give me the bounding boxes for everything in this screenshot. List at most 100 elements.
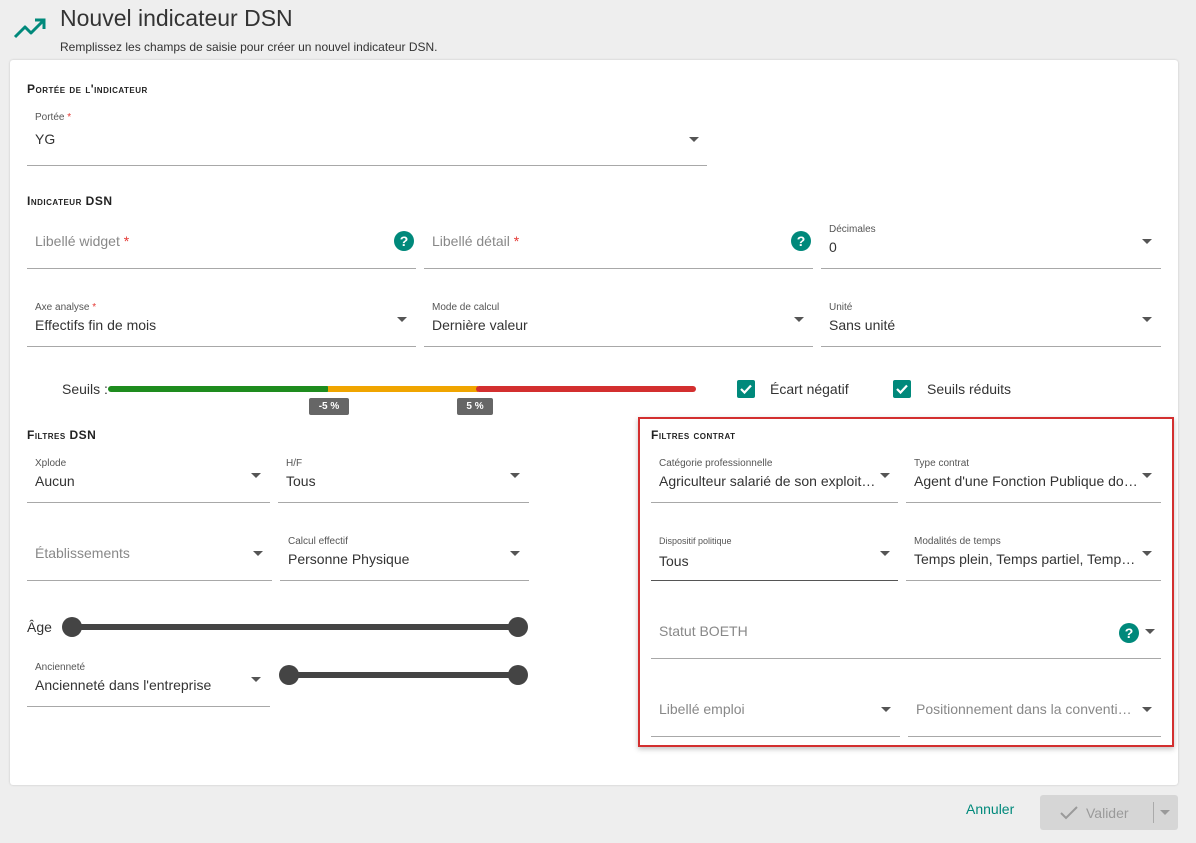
- threshold-bar-red[interactable]: [476, 386, 696, 392]
- dispositif-value: Tous: [659, 553, 689, 569]
- threshold-bar-green[interactable]: [108, 386, 330, 392]
- etablissements-placeholder: Établissements: [35, 545, 130, 561]
- dispositif-politique-select[interactable]: Dispositif politique Tous: [651, 534, 898, 581]
- hf-value: Tous: [286, 473, 316, 489]
- modalites-label: Modalités de temps: [914, 536, 1001, 547]
- anciennete-slider-max-handle[interactable]: [508, 665, 528, 685]
- check-icon: [740, 384, 752, 395]
- section-title-filtres-dsn: Filtres DSN: [27, 428, 97, 442]
- seuils-reduits-label: Seuils réduits: [927, 381, 1012, 397]
- ecart-negatif-checkbox[interactable]: [737, 380, 755, 398]
- section-title-indicateur: Indicateur DSN: [27, 194, 113, 208]
- hf-label: H/F: [286, 458, 303, 469]
- xplode-select[interactable]: Xplode Aucun: [27, 456, 270, 503]
- calcul-effectif-select[interactable]: Calcul effectif Personne Physique: [280, 534, 529, 581]
- categorie-value: Agriculteur salarié de son exploitation: [659, 473, 879, 489]
- help-icon[interactable]: ?: [791, 231, 811, 251]
- mode-calcul-select[interactable]: Mode de calcul Dernière valeur: [424, 300, 813, 347]
- cancel-button[interactable]: Annuler: [966, 801, 1014, 817]
- unite-select[interactable]: Unité Sans unité: [821, 300, 1161, 347]
- categorie-professionnelle-select[interactable]: Catégorie professionnelle Agriculteur sa…: [651, 456, 898, 503]
- submit-label: Valider: [1086, 805, 1129, 821]
- positionnement-select[interactable]: Positionnement dans la convention collec…: [908, 690, 1161, 737]
- libelle-detail-input[interactable]: Libellé détail * ?: [424, 222, 813, 269]
- calcul-effectif-value: Personne Physique: [288, 551, 410, 567]
- type-contrat-value: Agent d'une Fonction Publique domestique: [914, 473, 1140, 489]
- required-marker: *: [67, 112, 72, 123]
- required-marker: *: [513, 233, 520, 249]
- anciennete-value: Ancienneté dans l'entreprise: [35, 677, 212, 693]
- categorie-label: Catégorie professionnelle: [659, 458, 773, 469]
- threshold-low-tag[interactable]: -5 %: [309, 398, 349, 415]
- chevron-down-icon: [510, 473, 520, 478]
- hf-select[interactable]: H/F Tous: [278, 456, 529, 503]
- check-icon: [1060, 806, 1078, 820]
- age-slider-min-handle[interactable]: [62, 617, 82, 637]
- unite-value: Sans unité: [829, 317, 896, 333]
- chevron-down-icon: [1142, 707, 1152, 712]
- required-marker: *: [92, 302, 97, 313]
- required-marker: *: [123, 233, 130, 249]
- help-icon[interactable]: ?: [1119, 623, 1139, 643]
- section-title-portee: Portée de l'indicateur: [27, 82, 148, 96]
- libelle-emploi-select[interactable]: Libellé emploi: [651, 690, 900, 737]
- chevron-down-icon[interactable]: [1160, 810, 1170, 815]
- age-slider-track[interactable]: [72, 624, 518, 630]
- decimales-select[interactable]: Décimales 0: [821, 222, 1161, 269]
- axe-analyse-value: Effectifs fin de mois: [35, 317, 157, 333]
- anciennete-slider-min-handle[interactable]: [279, 665, 299, 685]
- xplode-value: Aucun: [35, 473, 75, 489]
- libelle-emploi-placeholder: Libellé emploi: [659, 701, 745, 717]
- chevron-down-icon: [251, 473, 261, 478]
- button-divider: [1153, 802, 1154, 823]
- statut-boeth-select[interactable]: Statut BOETH ?: [651, 612, 1161, 659]
- age-label: Âge: [27, 619, 52, 635]
- chevron-down-icon: [1142, 317, 1152, 322]
- portee-label: Portée: [35, 112, 65, 123]
- seuils-label: Seuils :: [62, 381, 108, 397]
- trending-up-icon: [13, 18, 46, 39]
- threshold-bar-orange[interactable]: [328, 386, 478, 392]
- section-title-filtres-contrat: Filtres contrat: [651, 428, 736, 442]
- chevron-down-icon: [1142, 473, 1152, 478]
- mode-calcul-label: Mode de calcul: [432, 302, 500, 313]
- ecart-negatif-label: Écart négatif: [770, 381, 849, 397]
- page-title: Nouvel indicateur DSN: [60, 5, 293, 31]
- type-contrat-select[interactable]: Type contrat Agent d'une Fonction Publiq…: [906, 456, 1161, 503]
- chevron-down-icon: [1142, 239, 1152, 244]
- chevron-down-icon: [1142, 551, 1152, 556]
- axe-analyse-select[interactable]: Axe analyse * Effectifs fin de mois: [27, 300, 416, 347]
- etablissements-select[interactable]: Établissements: [27, 534, 272, 581]
- chevron-down-icon: [251, 677, 261, 682]
- calcul-effectif-label: Calcul effectif: [288, 536, 348, 547]
- decimales-value: 0: [829, 239, 837, 255]
- threshold-high-tag[interactable]: 5 %: [457, 398, 493, 415]
- seuils-reduits-checkbox[interactable]: [893, 380, 911, 398]
- type-contrat-label: Type contrat: [914, 458, 970, 469]
- page-subtitle: Remplissez les champs de saisie pour cré…: [60, 40, 438, 54]
- portee-select[interactable]: Portée * YG: [27, 108, 707, 166]
- statut-boeth-placeholder: Statut BOETH: [659, 623, 748, 639]
- age-slider-max-handle[interactable]: [508, 617, 528, 637]
- modalites-temps-select[interactable]: Modalités de temps Temps plein, Temps pa…: [906, 534, 1161, 581]
- submit-button[interactable]: Valider: [1040, 795, 1178, 830]
- dispositif-label: Dispositif politique: [659, 536, 732, 546]
- chevron-down-icon: [880, 551, 890, 556]
- libelle-widget-input[interactable]: Libellé widget * ?: [27, 222, 416, 269]
- decimales-label: Décimales: [829, 224, 876, 235]
- chevron-down-icon: [510, 551, 520, 556]
- chevron-down-icon: [794, 317, 804, 322]
- chevron-down-icon: [253, 551, 263, 556]
- positionnement-placeholder: Positionnement dans la convention collec…: [916, 701, 1134, 717]
- anciennete-select[interactable]: Ancienneté Ancienneté dans l'entreprise: [27, 660, 270, 707]
- check-icon: [896, 384, 908, 395]
- chevron-down-icon: [689, 137, 699, 142]
- mode-calcul-value: Dernière valeur: [432, 317, 528, 333]
- modalites-value: Temps plein, Temps partiel, Temps réduit: [914, 551, 1142, 567]
- chevron-down-icon: [397, 317, 407, 322]
- help-icon[interactable]: ?: [394, 231, 414, 251]
- unite-label: Unité: [829, 302, 853, 313]
- anciennete-slider-track[interactable]: [288, 672, 518, 678]
- chevron-down-icon: [1145, 629, 1155, 634]
- chevron-down-icon: [881, 707, 891, 712]
